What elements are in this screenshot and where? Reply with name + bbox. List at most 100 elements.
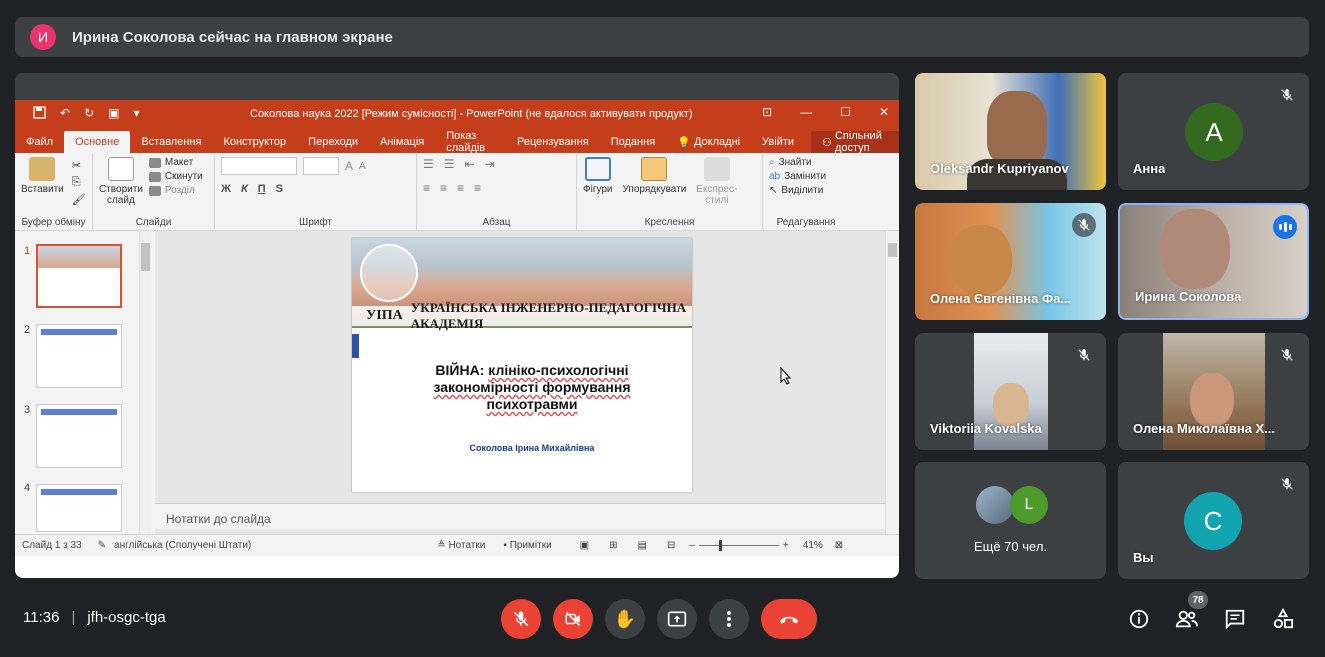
tab-transitions[interactable]: Переходи (297, 131, 369, 153)
tab-design[interactable]: Конструктор (212, 131, 297, 153)
zoom-slider[interactable] (698, 540, 779, 551)
end-call-icon (779, 616, 799, 624)
tab-animations[interactable]: Анімація (369, 131, 435, 153)
arrange-button[interactable]: Упорядкувати (623, 157, 686, 206)
copy-icon[interactable]: ⎘ (72, 176, 86, 189)
bullets-icon[interactable]: ☰ (423, 157, 434, 171)
others-tile[interactable]: L Ещё 70 чел. (915, 462, 1106, 579)
font-name-input[interactable] (221, 157, 297, 175)
slide-sorter-icon[interactable]: ⊞ (609, 540, 617, 551)
participant-avatar: А (1185, 103, 1243, 161)
save-icon[interactable] (33, 105, 46, 122)
comments-toggle[interactable]: ▪ Примітки (503, 540, 551, 551)
notes-pane[interactable]: Нотатки до слайда (155, 503, 885, 529)
tab-review[interactable]: Рецензування (506, 131, 600, 153)
slideshow-view-icon[interactable]: ⊟ (667, 540, 675, 551)
present-screen-button[interactable] (657, 599, 697, 639)
shapes-button[interactable]: Фігури (583, 157, 613, 206)
align-right-icon[interactable]: ≡ (457, 181, 464, 195)
slide-thumbnail-2[interactable] (36, 324, 122, 388)
ribbon-display-icon[interactable]: ⊡ (762, 105, 772, 119)
increase-indent-icon[interactable]: ⇥ (485, 157, 495, 171)
participant-tile[interactable]: Oleksandr Kupriyanov (915, 73, 1106, 190)
meeting-details-button[interactable] (1126, 606, 1152, 632)
presentation-tile[interactable]: ↶ ↻ ▣ ▾ Соколова наука 2022 [Режим суміс… (15, 73, 899, 578)
participant-tile[interactable]: А Анна (1118, 73, 1309, 190)
participant-face (1160, 209, 1230, 289)
participant-tile-active-speaker[interactable]: Ирина Соколова (1118, 203, 1309, 320)
zoom-level[interactable]: 41% (803, 540, 823, 551)
maximize-icon[interactable]: ☐ (840, 105, 851, 119)
camera-toggle-button[interactable] (553, 599, 593, 639)
customize-toolbar-icon[interactable]: ▾ (133, 106, 139, 122)
strikethrough-button[interactable]: S (276, 183, 283, 195)
mic-toggle-button[interactable] (501, 599, 541, 639)
tab-view[interactable]: Подання (600, 131, 666, 153)
meeting-info: 11:36 | jfh-osgc-tga (23, 609, 166, 626)
raise-hand-button[interactable]: ✋ (605, 599, 645, 639)
tab-file[interactable]: Файл (15, 131, 64, 153)
zoom-out-icon[interactable]: – (689, 540, 695, 551)
redo-icon[interactable]: ↻ (84, 106, 94, 122)
format-painter-icon[interactable]: 🖌 (72, 193, 86, 206)
reset-button[interactable]: Скинути (148, 171, 203, 182)
language-indicator[interactable]: англійська (Сполучені Штати) (114, 540, 251, 551)
arrange-icon (641, 157, 668, 181)
grow-font-icon[interactable]: A (345, 159, 353, 173)
cut-icon[interactable]: ✂ (72, 159, 86, 172)
find-button[interactable]: ⌕ Знайти (769, 157, 843, 168)
replace-button[interactable]: ab Замінити (769, 171, 843, 182)
undo-icon[interactable]: ↶ (60, 106, 70, 122)
self-tile[interactable]: С Вы (1118, 462, 1309, 579)
presentation-start-icon[interactable]: ▣ (108, 106, 119, 122)
close-icon[interactable]: ✕ (879, 105, 889, 119)
quick-styles-button[interactable]: Експрес- стилі (696, 157, 737, 206)
share-button[interactable]: ⚇ Спільний доступ (811, 130, 899, 154)
thumb-number: 4 (24, 482, 31, 494)
activities-button[interactable] (1270, 606, 1296, 632)
more-options-button[interactable] (709, 599, 749, 639)
sign-in-link[interactable]: Увійти (751, 131, 805, 153)
quick-access-toolbar: ↶ ↻ ▣ ▾ (33, 106, 140, 122)
section-button[interactable]: Розділ (148, 185, 203, 196)
align-center-icon[interactable]: ≡ (440, 181, 447, 195)
slide-thumbnail-3[interactable] (36, 404, 122, 468)
tab-slideshow[interactable]: Показ слайдів (435, 130, 506, 154)
justify-icon[interactable]: ≡ (474, 181, 481, 195)
paste-button[interactable]: Вставити (21, 157, 64, 206)
participant-tile[interactable]: Олена Миколаївна Х... (1118, 333, 1309, 450)
end-call-button[interactable] (761, 599, 817, 639)
numbering-icon[interactable]: ☰ (444, 157, 455, 171)
others-count: Ещё 70 чел. (973, 539, 1048, 554)
normal-view-icon[interactable]: ▣ (580, 540, 589, 551)
tab-home[interactable]: Основне (64, 131, 131, 153)
zoom-in-icon[interactable]: + (783, 540, 789, 551)
thumbnails-scrollbar[interactable] (139, 231, 151, 534)
font-size-input[interactable] (303, 157, 339, 175)
slide-thumbnail-4[interactable] (36, 484, 122, 532)
bold-button[interactable]: Ж (221, 183, 231, 195)
participant-tile[interactable]: Viktoriia Kovalska (915, 333, 1106, 450)
reading-view-icon[interactable]: ▤ (638, 540, 647, 551)
slide-scrollbar[interactable] (885, 231, 899, 534)
chat-button[interactable] (1222, 606, 1248, 632)
spellcheck-icon[interactable]: ✎ (98, 540, 106, 551)
align-left-icon[interactable]: ≡ (423, 181, 430, 195)
tab-insert[interactable]: Вставлення (130, 131, 212, 153)
slide-thumbnail-1[interactable] (36, 244, 122, 308)
layout-button[interactable]: Макет (148, 157, 203, 168)
participant-tile[interactable]: Олена Євгенівна Фа... (915, 203, 1106, 320)
people-button[interactable] (1174, 606, 1200, 632)
tell-me-search[interactable]: 💡 Докладні (666, 131, 751, 153)
notes-toggle[interactable]: ≜ Нотатки (437, 540, 485, 551)
participant-face (950, 225, 1012, 295)
decrease-indent-icon[interactable]: ⇤ (465, 157, 475, 171)
current-slide[interactable]: УІПА УКРАЇНСЬКА ІНЖЕНЕРНО-ПЕДАГОГІЧНА АК… (352, 238, 692, 492)
minimize-icon[interactable]: — (800, 105, 812, 119)
new-slide-button[interactable]: Створити слайд (99, 157, 143, 206)
underline-button[interactable]: П (258, 183, 266, 195)
fit-slide-icon[interactable]: ⊠ (835, 540, 843, 551)
shrink-font-icon[interactable]: A (359, 161, 366, 172)
select-button[interactable]: ↖ Виділити (769, 185, 843, 196)
italic-button[interactable]: К (241, 183, 248, 195)
